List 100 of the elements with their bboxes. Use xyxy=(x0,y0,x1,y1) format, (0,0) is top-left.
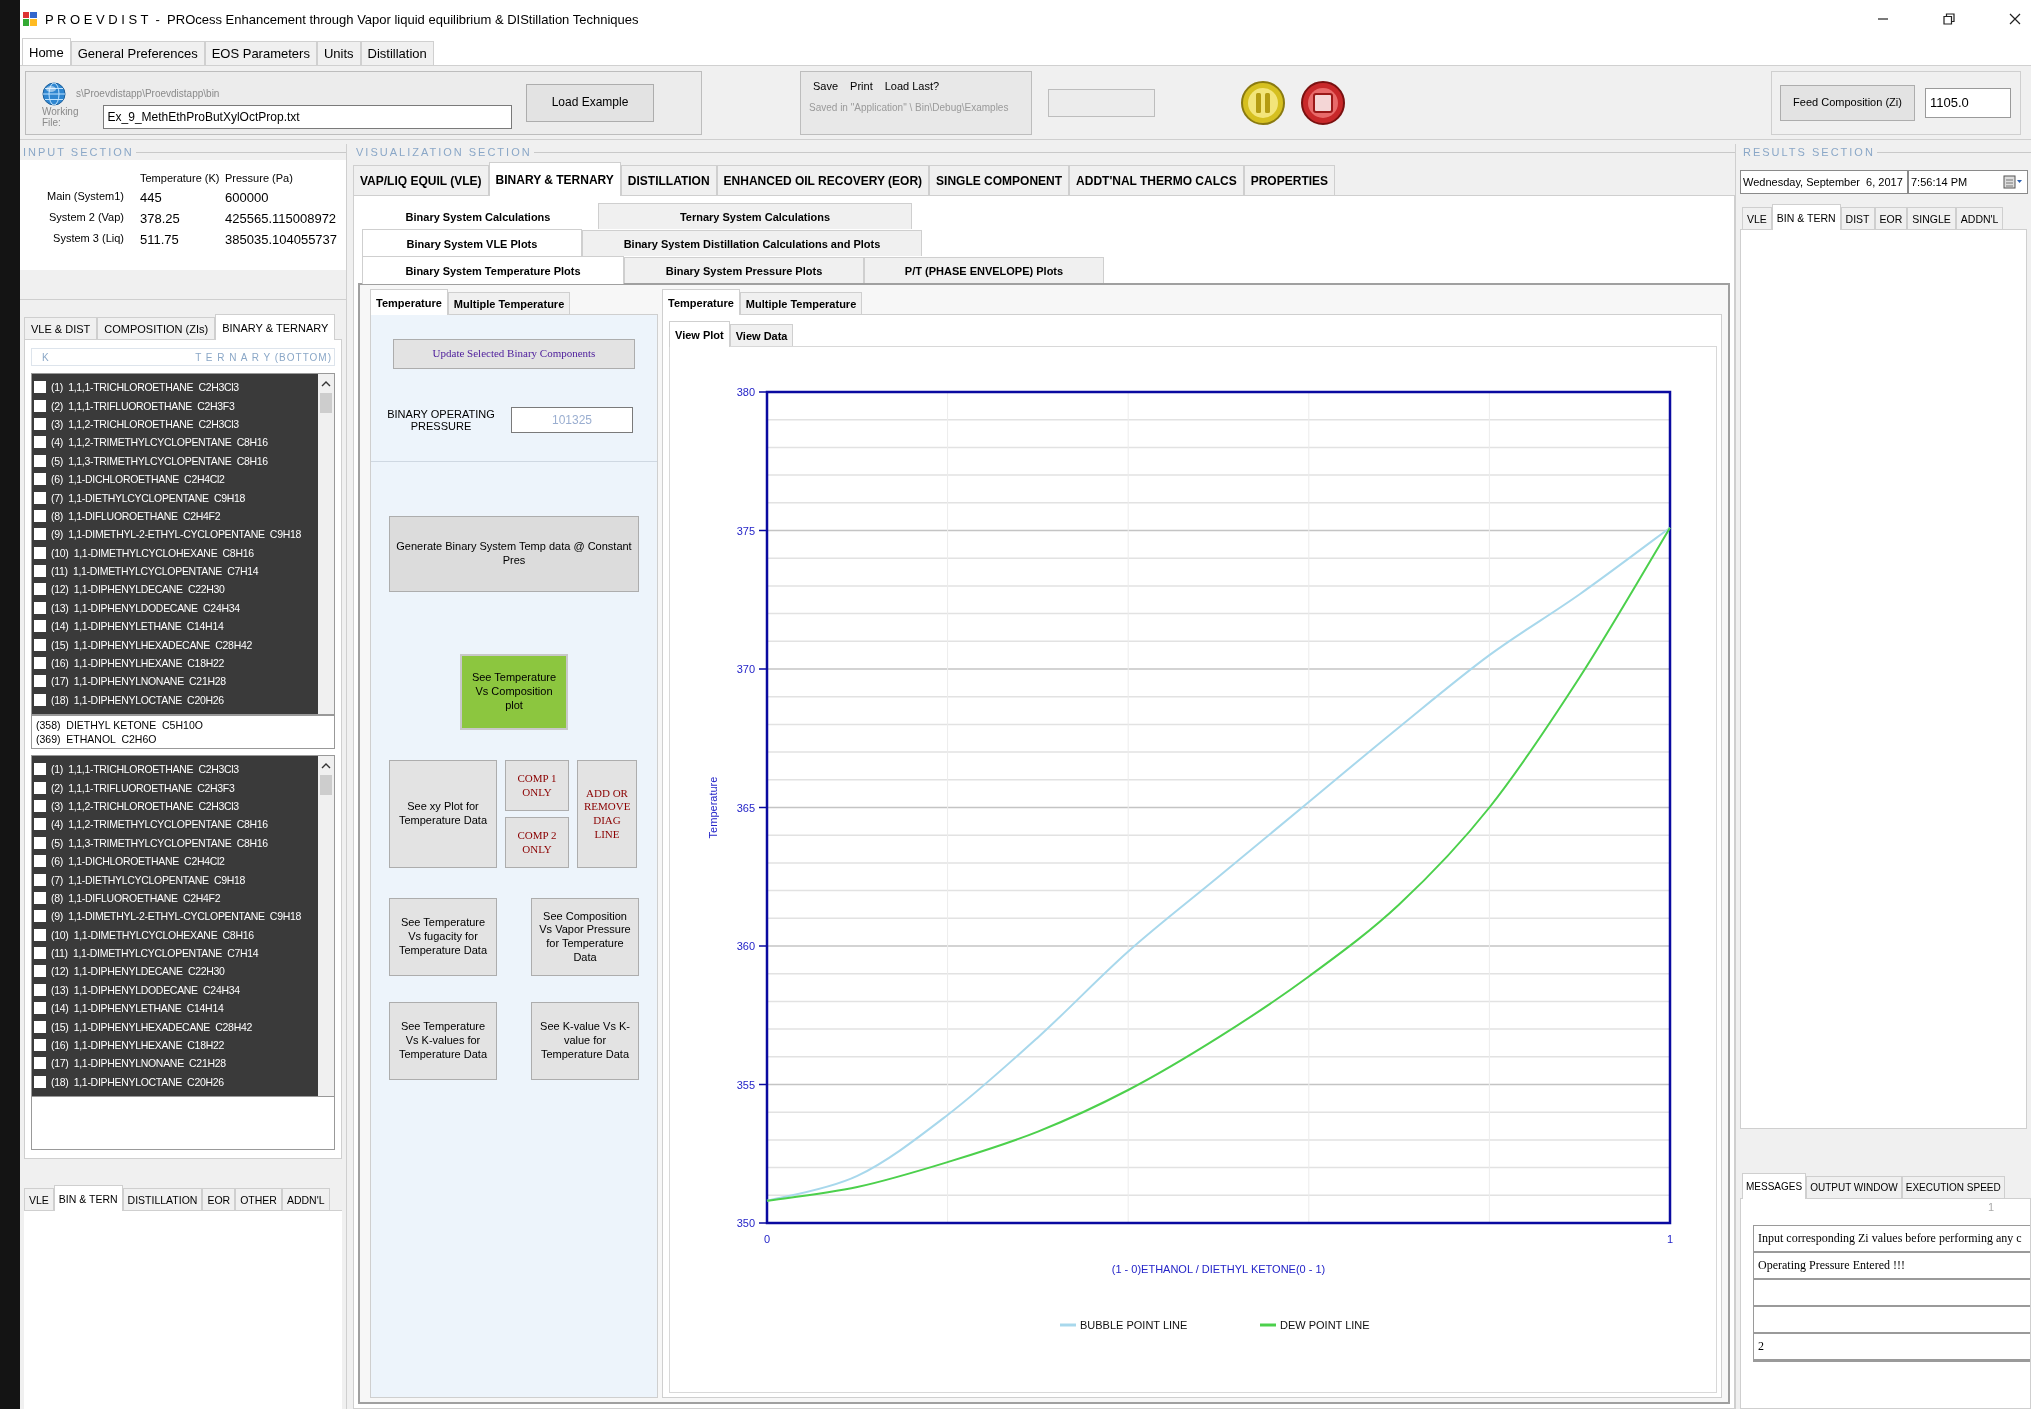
mode-tab[interactable]: Multiple Temperature xyxy=(447,292,571,314)
component-name[interactable]: (5) 1,1,3-TRIMETHYLCYCLOPENTANE C8H16 xyxy=(51,454,268,467)
plot-tab[interactable]: Binary System Distillation Calculations and Plots xyxy=(582,230,922,256)
menu-tab[interactable]: Units xyxy=(316,41,361,65)
working-file-field[interactable]: Ex_9_MethEthProButXylOctProp.txt xyxy=(102,105,512,129)
results-tab[interactable]: BIN & TERN xyxy=(1771,204,1841,230)
component-name[interactable]: (4) 1,1,2-TRIMETHYLCYCLOPENTANE C8H16 xyxy=(51,818,268,831)
results-tab[interactable]: EOR xyxy=(1874,207,1908,229)
xy-plot-button[interactable]: See xy Plot for Temperature Data xyxy=(389,760,497,868)
pause-icon[interactable] xyxy=(1240,79,1286,126)
component-name[interactable]: (10) 1,1-DIMETHYLCYCLOHEXANE C8H16 xyxy=(51,928,254,941)
checkbox[interactable] xyxy=(34,1057,46,1070)
plot-option-button[interactable]: See Composition Vs Vapor Pressure for Temperature Data xyxy=(531,898,639,976)
plot-option-button[interactable]: See K-value Vs K-value for Temperature Data xyxy=(531,1002,639,1080)
component-name[interactable]: (17) 1,1-DIPHENYLNONANE C21H28 xyxy=(51,1057,226,1070)
checkbox[interactable] xyxy=(34,947,46,960)
component-name[interactable]: (6) 1,1-DICHLOROETHANE C2H4Cl2 xyxy=(51,473,225,486)
component-name[interactable]: (2) 1,1,1-TRIFLUOROETHANE C2H3F3 xyxy=(51,399,235,412)
component-name[interactable]: (18) 1,1-DIPHENYLOCTANE C20H26 xyxy=(51,1075,224,1088)
results-tab[interactable]: DIST xyxy=(1840,207,1875,229)
component-name[interactable]: (9) 1,1-DIMETHYL-2-ETHYL-CYCLOPENTANE C9H18 xyxy=(51,910,302,923)
scroll-up-icon[interactable] xyxy=(321,762,331,769)
checkbox[interactable] xyxy=(34,928,46,941)
component-name[interactable]: (11) 1,1-DIMETHYLCYCLOPENTANE C7H14 xyxy=(51,565,259,578)
generate-data-button[interactable]: Generate Binary System Temp data @ Constant Pres xyxy=(389,516,639,592)
checkbox[interactable] xyxy=(34,454,46,467)
view-tab[interactable]: View Plot xyxy=(669,321,730,347)
component-name[interactable]: (16) 1,1-DIPHENYLHEXANE C18H22 xyxy=(51,657,225,670)
bottom-tab[interactable]: DISTILLATION xyxy=(122,1188,203,1210)
checkbox[interactable] xyxy=(34,910,46,923)
component-name[interactable]: (6) 1,1-DICHLOROETHANE C2H4Cl2 xyxy=(51,855,225,868)
checkbox[interactable] xyxy=(34,1002,46,1015)
scrollbar[interactable] xyxy=(318,374,334,714)
component-name[interactable]: (12) 1,1-DIPHENYLDECANE C22H30 xyxy=(51,965,225,978)
comp-2-button[interactable]: COMP 2 ONLY xyxy=(505,817,569,868)
results-tab[interactable]: SINGLE xyxy=(1907,207,1956,229)
checkbox[interactable] xyxy=(34,491,46,504)
component-name[interactable]: (3) 1,1,2-TRICHLOROETHANE C2H3Cl3 xyxy=(51,799,239,812)
scrollbar[interactable] xyxy=(318,756,334,1096)
module-tab[interactable]: BINARY & TERNARY xyxy=(488,162,621,196)
component-name[interactable]: (7) 1,1-DIETHYLCYCLOPENTANE C9H18 xyxy=(51,491,246,504)
bottom-tab[interactable]: EOR xyxy=(202,1188,236,1210)
checkbox[interactable] xyxy=(34,1039,46,1052)
component-name[interactable]: (2) 1,1,1-TRIFLUOROETHANE C2H3F3 xyxy=(51,781,235,794)
bottom-tab[interactable]: ADDN'L xyxy=(281,1188,330,1210)
component-name[interactable]: (13) 1,1-DIPHENYLDODECANE C24H34 xyxy=(51,601,240,614)
message-tab[interactable]: OUTPUT WINDOW xyxy=(1806,1176,1902,1198)
mode-tab[interactable]: Temperature xyxy=(370,289,448,315)
component-name[interactable]: (9) 1,1-DIMETHYL-2-ETHYL-CYCLOPENTANE C9H18 xyxy=(51,528,302,541)
mode-tab[interactable]: Multiple Temperature xyxy=(739,292,863,314)
scroll-thumb[interactable] xyxy=(320,393,332,413)
component-name[interactable]: (11) 1,1-DIMETHYLCYCLOPENTANE C7H14 xyxy=(51,947,259,960)
module-tab[interactable]: PROPERTIES xyxy=(1243,165,1336,195)
menu-tab[interactable]: Distillation xyxy=(360,41,434,65)
checkbox[interactable] xyxy=(34,381,46,394)
checkbox[interactable] xyxy=(34,473,46,486)
checkbox[interactable] xyxy=(34,399,46,412)
module-tab[interactable]: DISTILLATION xyxy=(620,165,717,195)
file-button[interactable]: Load Last? xyxy=(880,79,948,92)
comp-1-button[interactable]: COMP 1 ONLY xyxy=(505,760,569,811)
plot-option-button[interactable]: See Temperature Vs K-values for Temperature Data xyxy=(389,1002,497,1080)
component-name[interactable]: (10) 1,1-DIMETHYLCYCLOHEXANE C8H16 xyxy=(51,546,254,559)
menu-tab[interactable]: Home xyxy=(22,38,71,65)
checkbox[interactable] xyxy=(34,1075,46,1088)
module-tab[interactable]: VAP/LIQ EQUIL (VLE) xyxy=(353,165,489,195)
temperature-composition-button[interactable]: See Temperature Vs Composition plot xyxy=(460,654,568,730)
component-name[interactable]: (17) 1,1-DIPHENYLNONANE C21H28 xyxy=(51,675,226,688)
checkbox[interactable] xyxy=(34,675,46,688)
results-tab[interactable]: VLE xyxy=(1742,207,1772,229)
input-tab[interactable]: COMPOSITION (ZIs) xyxy=(97,317,216,339)
restore-icon[interactable] xyxy=(1943,13,1955,25)
scroll-thumb[interactable] xyxy=(320,775,332,795)
file-button[interactable]: Save xyxy=(809,79,847,92)
results-tab[interactable]: ADDN'L xyxy=(1955,207,2004,229)
bottom-tab[interactable]: BIN & TERN xyxy=(53,1185,123,1211)
vle-plot-tab[interactable]: P/T (PHASE ENVELOPE) Plots xyxy=(864,257,1104,283)
module-tab[interactable]: SINGLE COMPONENT xyxy=(929,165,1070,195)
checkbox[interactable] xyxy=(34,528,46,541)
component-name[interactable]: (7) 1,1-DIETHYLCYCLOPENTANE C9H18 xyxy=(51,873,246,886)
checkbox[interactable] xyxy=(34,509,46,522)
feed-value-field[interactable]: 1105.0 xyxy=(1925,87,2011,118)
checkbox[interactable] xyxy=(34,781,46,794)
component-name[interactable]: (8) 1,1-DIFLUOROETHANE C2H4F2 xyxy=(51,891,221,904)
checkbox[interactable] xyxy=(34,891,46,904)
component-name[interactable]: (16) 1,1-DIPHENYLHEXANE C18H22 xyxy=(51,1039,225,1052)
plot-tab[interactable]: Binary System VLE Plots xyxy=(362,229,582,257)
component-name[interactable]: (14) 1,1-DIPHENYLETHANE C14H14 xyxy=(51,620,224,633)
checkbox[interactable] xyxy=(34,763,46,776)
message-tab[interactable]: EXECUTION SPEED xyxy=(1901,1176,2005,1198)
menu-tab[interactable]: General Preferences xyxy=(70,41,205,65)
file-button[interactable]: Print xyxy=(846,79,881,92)
checkbox[interactable] xyxy=(34,873,46,886)
checkbox[interactable] xyxy=(34,657,46,670)
vle-plot-tab[interactable]: Binary System Pressure Plots xyxy=(624,257,864,283)
bottom-tab[interactable]: VLE xyxy=(24,1188,54,1210)
module-tab[interactable]: ENHANCED OIL RECOVERY (EOR) xyxy=(716,165,930,195)
input-tab[interactable]: VLE & DIST xyxy=(24,317,98,339)
scroll-up-icon[interactable] xyxy=(321,380,331,387)
date-picker[interactable]: Wednesday, September 6, 2017 xyxy=(1740,170,1908,194)
component-name[interactable]: (15) 1,1-DIPHENYLHEXADECANE C28H42 xyxy=(51,638,253,651)
